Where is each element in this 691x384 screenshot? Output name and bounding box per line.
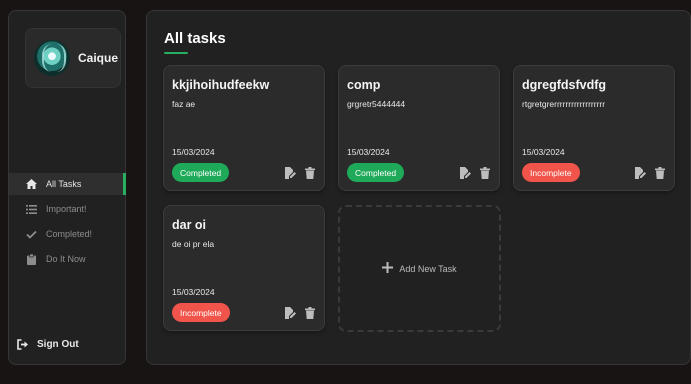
task-date: 15/03/2024 [522,147,565,157]
sidebar-item-label: Completed! [46,229,93,239]
status-badge[interactable]: Completed [347,163,405,182]
edit-icon[interactable] [458,166,471,179]
status-badge[interactable]: Incomplete [522,163,580,182]
task-description: rtgretgrerrrrrrrrrrrrrrrrrr [522,99,606,109]
task-date: 15/03/2024 [172,147,215,157]
trash-icon[interactable] [303,166,316,179]
page-title: All tasks [164,30,226,47]
task-card: kkjihoihudfeekw faz ae 15/03/2024 Comple… [163,65,325,191]
trash-icon[interactable] [478,166,491,179]
sidebar-item-label: All Tasks [46,179,82,189]
title-underline [164,52,188,54]
task-actions [283,306,316,319]
edit-icon[interactable] [283,306,296,319]
edit-icon[interactable] [633,166,646,179]
add-new-task-label: Add New Task [399,263,457,274]
profile-card[interactable]: Caique [25,28,121,88]
task-card: dar oi de oi pr ela 15/03/2024 Incomplet… [163,205,325,331]
task-actions [283,166,316,179]
task-title: dar oi [172,218,207,232]
task-card: comp grgretr5444444 15/03/2024 Completed [338,65,500,191]
task-date: 15/03/2024 [347,147,390,157]
sidebar-item-label: Do It Now [46,254,86,264]
task-actions [458,166,491,179]
sidebar-item-do-it-now[interactable]: Do It Now [9,248,126,270]
sidebar-nav: All Tasks Important! Completed! Do It No… [9,173,126,273]
sidebar-item-label: Important! [46,204,87,214]
task-title: dgregfdsfvdfg [522,78,607,92]
sidebar-item-important[interactable]: Important! [9,198,126,220]
sidebar-item-all-tasks[interactable]: All Tasks [9,173,126,195]
avatar [34,40,70,76]
sidebar-item-completed[interactable]: Completed! [9,223,126,245]
sign-out-icon [17,338,29,350]
home-icon [25,178,37,190]
sign-out-button[interactable]: Sign Out [17,338,79,350]
main-panel: All tasks kkjihoihudfeekw faz ae 15/03/2… [146,10,691,365]
task-description: de oi pr ela [172,239,215,249]
task-title: kkjihoihudfeekw [172,78,270,92]
task-description: faz ae [172,99,196,109]
list-icon [25,203,37,215]
add-new-task-button[interactable]: Add New Task [338,205,501,332]
status-badge[interactable]: Incomplete [172,303,230,322]
trash-icon[interactable] [653,166,666,179]
task-card: dgregfdsfvdfg rtgretgrerrrrrrrrrrrrrrrrr… [513,65,675,191]
sign-out-label: Sign Out [37,338,79,350]
status-badge[interactable]: Completed [172,163,230,182]
edit-icon[interactable] [283,166,296,179]
username: Caique [78,51,119,65]
task-description: grgretr5444444 [347,99,406,109]
task-title: comp [347,78,381,92]
plus-icon [382,262,394,275]
trash-icon[interactable] [303,306,316,319]
clipboard-icon [25,253,37,265]
sidebar: Caique All Tasks Important! Completed! D… [8,10,126,365]
task-actions [633,166,666,179]
check-icon [25,228,37,240]
task-date: 15/03/2024 [172,287,215,297]
